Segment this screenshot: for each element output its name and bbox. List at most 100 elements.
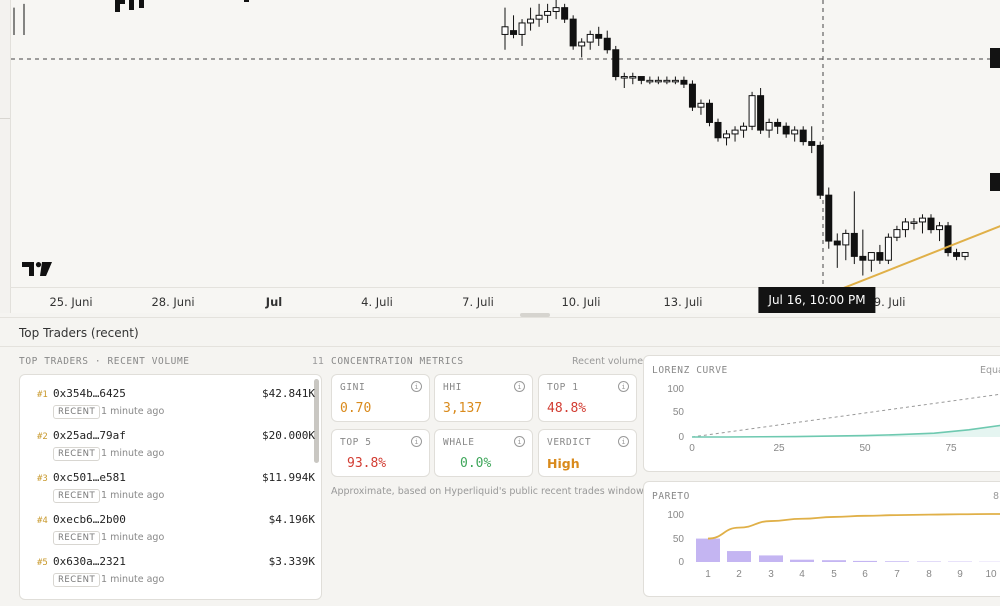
- candle-body: [527, 18, 535, 24]
- trader-time: 1 minute ago: [101, 490, 165, 501]
- pareto-bar: [822, 560, 846, 562]
- candle-body: [620, 76, 628, 79]
- candle-body-top: [244, 0, 249, 2]
- candle-body: [671, 79, 679, 83]
- metric-value: 0.70: [340, 401, 372, 416]
- pareto-chart: 100 50 0 1 2 3 4 5 6 7 8 9 10: [667, 510, 1000, 580]
- trader-row[interactable]: #5 0x630a…2321 $3.339K RECENT 1 minute ago: [20, 548, 315, 590]
- trader-row[interactable]: #1 0x354b…6425 $42.841K RECENT 1 minute ago: [20, 380, 315, 422]
- candle-body: [799, 129, 807, 143]
- price-axis-marker-last: [990, 173, 1000, 191]
- lorenz-x-tick: 25: [773, 443, 785, 454]
- candle-body: [757, 95, 765, 131]
- metric-card-gini: GINI i 0.70: [331, 374, 430, 422]
- metric-label: GINI: [340, 382, 366, 393]
- candle-body: [918, 217, 926, 223]
- pareto-card: PARETO 8 100 50 0 1 2 3 4 5 6 7 8 9 10: [643, 481, 1000, 597]
- candle-body: [595, 33, 603, 39]
- trader-rank: #5: [37, 558, 48, 568]
- time-axis-label: 25. Juni: [49, 295, 93, 309]
- candle-body: [961, 252, 969, 257]
- trader-row-clipped[interactable]: [20, 590, 315, 599]
- trader-rank: #4: [37, 516, 48, 526]
- metric-value: 3,137: [443, 401, 483, 416]
- lorenz-x-tick: 50: [859, 443, 871, 454]
- pareto-bar: [696, 538, 720, 562]
- candle-body: [569, 18, 577, 47]
- info-icon[interactable]: i: [411, 381, 422, 392]
- lorenz-line: [692, 424, 1000, 438]
- info-icon[interactable]: i: [618, 381, 629, 392]
- candle-body-top: [129, 0, 134, 10]
- pareto-x-tick: 5: [831, 569, 837, 580]
- candle-body: [510, 30, 518, 35]
- section-header: Top Traders (recent): [0, 317, 1000, 347]
- candle-body: [816, 144, 824, 196]
- info-icon[interactable]: i: [411, 436, 422, 447]
- candle-body: [867, 252, 875, 261]
- candle-body: [714, 121, 722, 139]
- info-icon[interactable]: i: [618, 436, 629, 447]
- lorenz-y-tick: 50: [673, 407, 685, 418]
- candle-body: [893, 229, 901, 238]
- price-chart[interactable]: [10, 0, 1000, 313]
- pareto-x-tick: 3: [768, 569, 774, 580]
- lorenz-area: [692, 425, 1000, 437]
- candle-body: [782, 125, 790, 135]
- crosshair-time-label: Jul 16, 10:00 PM: [758, 287, 876, 313]
- candle-body: [688, 83, 696, 108]
- pareto-bar: [885, 561, 909, 562]
- trader-rank: #2: [37, 432, 48, 442]
- lorenz-card: LORENZ CURVE Equa 1005000255075: [643, 355, 1000, 472]
- pareto-cumulative-line: [707, 513, 1000, 540]
- pareto-x-tick: 8: [926, 569, 932, 580]
- top-traders-list[interactable]: #1 0x354b…6425 $42.841K RECENT 1 minute ago #…: [19, 374, 322, 600]
- trader-address: 0xecb6…2b00: [53, 513, 126, 526]
- trader-address: 0xc501…e581: [53, 471, 126, 484]
- candle-body: [544, 10, 552, 16]
- pareto-x-tick: 6: [862, 569, 868, 580]
- metric-label: TOP 5: [340, 437, 372, 448]
- trader-volume: $3.339K: [268, 555, 315, 568]
- lorenz-y-tick: 100: [667, 384, 684, 395]
- concentration-title: CONCENTRATION METRICS: [331, 356, 464, 367]
- trader-row[interactable]: #2 0x25ad…79af $20.000K RECENT 1 minute ago: [20, 422, 315, 464]
- trader-time: 1 minute ago: [101, 532, 165, 543]
- concentration-note: Approximate, based on Hyperliquid's publ…: [331, 486, 646, 497]
- candle-body: [927, 217, 935, 231]
- trader-volume: $11.994K: [262, 471, 315, 484]
- candle-body: [936, 225, 944, 231]
- candle-body: [535, 14, 543, 20]
- top-traders-title: TOP TRADERS · RECENT VOLUME: [19, 356, 190, 367]
- metric-value: 48.8%: [547, 401, 587, 416]
- pareto-x-tick: 10: [985, 569, 997, 580]
- trader-row[interactable]: #3 0xc501…e581 $11.994K RECENT 1 minute ago: [20, 464, 315, 506]
- time-axis-label: 4. Juli: [361, 295, 393, 309]
- price-chart-plot[interactable]: [11, 0, 1000, 296]
- info-icon[interactable]: i: [514, 436, 525, 447]
- price-axis-marker-crosshair: [990, 48, 1000, 68]
- trader-row[interactable]: #4 0xecb6…2b00 $4.196K RECENT 1 minute ago: [20, 506, 315, 548]
- candle-body: [697, 102, 705, 108]
- time-axis-label: Jul: [265, 295, 283, 309]
- info-icon[interactable]: i: [514, 381, 525, 392]
- pareto-x-tick: 9: [957, 569, 963, 580]
- metric-label: VERDICT: [547, 437, 592, 448]
- metric-card-verdict: VERDICT i High: [538, 429, 637, 477]
- pareto-bar: [727, 551, 751, 562]
- candle-body: [842, 232, 850, 246]
- trader-rank: #1: [37, 390, 48, 400]
- tradingview-logo-icon[interactable]: [22, 261, 52, 280]
- candle-body: [748, 95, 756, 127]
- trader-rank: #3: [37, 474, 48, 484]
- candle-body: [825, 194, 833, 242]
- pareto-x-tick: 7: [894, 569, 900, 580]
- metric-label: HHI: [443, 382, 462, 393]
- candle-body: [705, 102, 713, 123]
- lorenz-x-tick: 0: [689, 443, 695, 454]
- recent-badge: RECENT: [53, 531, 101, 545]
- trader-volume: $20.000K: [262, 429, 315, 442]
- metric-value: 93.8%: [347, 456, 387, 471]
- gutter-tick: [0, 118, 10, 119]
- trader-volume: $42.841K: [262, 387, 315, 400]
